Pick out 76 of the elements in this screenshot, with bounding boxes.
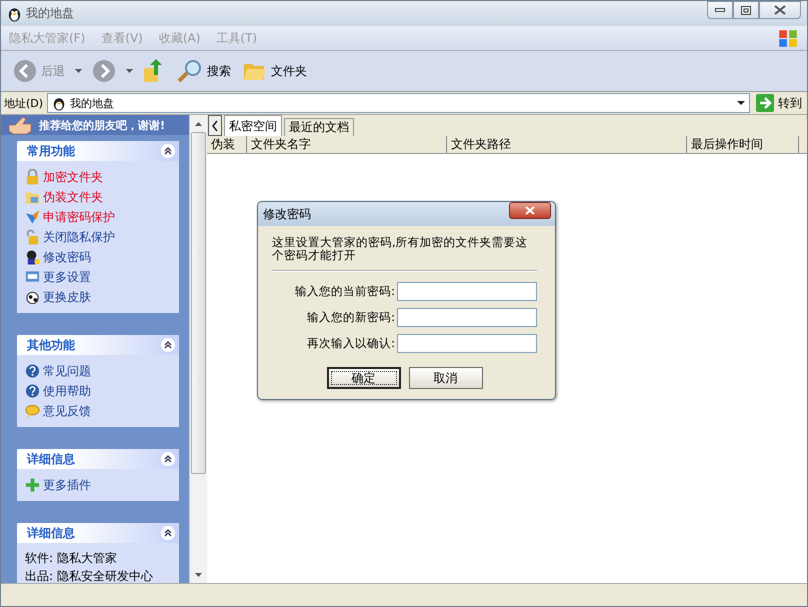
column-header[interactable]: 最后操作时间 — [687, 136, 799, 153]
dialog-message: 这里设置大管家的密码,所有加密的文件夹需要这个密码才能打开 — [272, 236, 529, 262]
scrollbar[interactable] — [189, 115, 207, 583]
window-title: 我的地盘 — [26, 5, 74, 22]
close-button[interactable] — [509, 202, 551, 219]
help-icon — [25, 383, 40, 399]
minimize-button[interactable] — [707, 1, 733, 19]
task-link[interactable]: 更多设置 — [43, 268, 91, 286]
collapse-chevron-icon — [161, 452, 175, 466]
task-link[interactable]: 使用帮助 — [43, 382, 91, 400]
task-link[interactable]: 修改密码 — [43, 248, 91, 266]
search-button[interactable]: 搜索 — [175, 59, 233, 83]
address-label: 地址(D) — [4, 96, 44, 110]
folder-icon — [243, 61, 267, 81]
close-button[interactable] — [759, 1, 801, 19]
address-field[interactable]: 我的地盘 — [47, 93, 750, 113]
go-arrow-icon — [756, 94, 774, 112]
info-text: 软件: 隐私大管家 — [25, 551, 118, 565]
plus-icon — [25, 477, 40, 493]
column-header[interactable]: 文件夹路径 — [447, 136, 687, 153]
dropdown-caret-icon — [737, 101, 745, 105]
minimize-icon — [715, 8, 725, 12]
task-link[interactable]: 伪装文件夹 — [43, 188, 103, 206]
task-link[interactable]: 加密文件夹 — [43, 168, 103, 186]
task-link[interactable]: 意见反馈 — [43, 402, 91, 420]
column-header[interactable]: 伪装 — [207, 136, 247, 153]
scroll-thumb[interactable] — [191, 132, 206, 474]
search-icon — [177, 59, 203, 83]
forward-button[interactable] — [90, 59, 118, 83]
maximize-icon — [741, 6, 751, 14]
tab[interactable]: 最近的文档 — [284, 118, 354, 136]
scroll-down-arrow-icon[interactable] — [195, 572, 202, 576]
dialog-button[interactable]: 确定 — [326, 367, 400, 389]
open-padlock-icon — [25, 229, 40, 245]
panel-header[interactable]: 其他功能 — [17, 335, 179, 355]
task-link[interactable]: 常见问题 — [43, 362, 91, 380]
close-icon — [774, 5, 786, 15]
collapse-chevron-icon — [161, 338, 175, 352]
person-icon — [25, 249, 40, 265]
panel-header[interactable]: 常用功能 — [17, 141, 179, 161]
task-link[interactable]: 关闭隐私保护 — [43, 228, 115, 246]
collapse-chevron-icon — [161, 526, 175, 540]
chevron-left-icon — [212, 120, 218, 132]
task-link[interactable]: 更换皮肤 — [43, 288, 91, 306]
column-header[interactable]: 文件夹名字 — [247, 136, 447, 153]
scroll-up-arrow-icon[interactable] — [195, 122, 202, 126]
panel-header[interactable]: 详细信息 — [17, 523, 179, 543]
tab[interactable]: 私密空间 — [224, 115, 282, 136]
info-text: 出品: 隐私安全研发中心 — [25, 569, 154, 583]
field-label: 输入您的当前密码: — [295, 284, 395, 299]
collapse-sidebar-button[interactable] — [208, 115, 222, 136]
password-field[interactable] — [397, 282, 537, 301]
go-button[interactable]: 转到 — [754, 94, 804, 112]
password-field[interactable] — [397, 308, 537, 327]
folder-up-arrow-icon — [143, 59, 165, 83]
dropdown-caret-icon — [75, 69, 82, 73]
field-label: 再次输入以确认: — [307, 336, 395, 351]
help-icon — [25, 363, 40, 379]
panel-header[interactable]: 详细信息 — [17, 449, 179, 469]
maximize-button[interactable] — [733, 1, 759, 19]
banner-text: 推荐给您的朋友吧，谢谢! — [39, 118, 166, 132]
folders-button[interactable]: 文件夹 — [241, 61, 309, 81]
penguin-icon — [7, 6, 22, 22]
dropdown-caret-icon — [126, 69, 133, 73]
task-link[interactable]: 更多插件 — [43, 476, 91, 494]
padlock-icon — [25, 169, 40, 185]
field-label: 输入您的新密码: — [307, 310, 395, 325]
collapse-chevron-icon — [161, 144, 175, 158]
password-field[interactable] — [397, 334, 537, 353]
thumbs-up-hand-icon — [7, 115, 33, 135]
speech-bubble-icon — [25, 403, 40, 419]
penguin-icon — [52, 96, 66, 110]
dialog-button[interactable]: 取消 — [408, 367, 482, 389]
task-link[interactable]: 申请密码保护 — [43, 208, 115, 226]
close-icon — [525, 206, 535, 215]
dialog-title: 修改密码 — [263, 206, 311, 222]
